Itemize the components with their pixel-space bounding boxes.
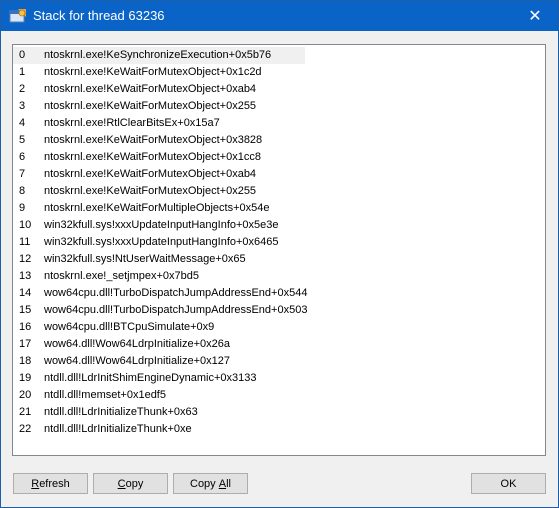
stack-frame-row[interactable]: 16 wow64cpu.dll!BTCpuSimulate+0x9 [13, 319, 305, 336]
frame-symbol: ntoskrnl.exe!KeWaitForMutexObject+0x255 [44, 100, 257, 112]
stack-frame-row[interactable]: 13 ntoskrnl.exe!_setjmpex+0x7bd5 [13, 268, 305, 285]
frame-symbol: ntoskrnl.exe!RtlClearBitsEx+0x15a7 [44, 117, 220, 129]
frame-symbol: ntdll.dll!memset+0x1edf5 [44, 389, 166, 401]
stack-frame-row[interactable]: 22 ntdll.dll!LdrInitializeThunk+0xe [13, 421, 305, 438]
frame-index: 0 [19, 49, 26, 61]
frame-index: 3 [19, 100, 26, 112]
frame-symbol: win32kfull.sys!NtUserWaitMessage+0x65 [44, 253, 246, 265]
stack-frame-row[interactable]: 12 win32kfull.sys!NtUserWaitMessage+0x65 [13, 251, 305, 268]
copy-all-prefix: Copy [190, 477, 219, 490]
frame-symbol: wow64.dll!Wow64LdrpInitialize+0x26a [44, 338, 230, 350]
frame-index: 21 [19, 406, 32, 418]
frame-index: 9 [19, 202, 26, 214]
stack-frame-row[interactable]: 11 win32kfull.sys!xxxUpdateInputHangInfo+… [13, 234, 305, 251]
refresh-button[interactable]: Refresh [13, 473, 88, 494]
close-button[interactable]: ✕ [512, 1, 558, 31]
frame-index: 10 [19, 219, 32, 231]
frame-symbol: wow64cpu.dll!BTCpuSimulate+0x9 [44, 321, 215, 333]
copy-mnemonic: C [117, 477, 126, 490]
stack-frame-row[interactable]: 3 ntoskrnl.exe!KeWaitForMutexObject+0x255 [13, 98, 305, 115]
frame-index: 18 [19, 355, 32, 367]
frame-symbol: ntoskrnl.exe!KeWaitForMutexObject+0x3828 [44, 134, 263, 146]
frame-symbol: ntoskrnl.exe!KeSynchronizeExecution+0x5b… [44, 49, 272, 61]
copy-button[interactable]: Copy [93, 473, 168, 494]
frame-symbol: ntoskrnl.exe!KeWaitForMutexObject+0xab4 [44, 168, 257, 180]
frame-index: 1 [19, 66, 26, 78]
refresh-label: efresh [39, 477, 70, 490]
frame-index: 17 [19, 338, 32, 350]
window-title: Stack for thread 63236 [33, 8, 165, 23]
frame-index: 19 [19, 372, 32, 384]
title-bar[interactable]: Stack for thread 63236 ✕ [1, 1, 558, 31]
frame-index: 2 [19, 83, 26, 95]
stack-frame-row[interactable]: 7 ntoskrnl.exe!KeWaitForMutexObject+0xab4 [13, 166, 305, 183]
stack-frame-row[interactable]: 10 win32kfull.sys!xxxUpdateInputHangInfo+… [13, 217, 305, 234]
stack-frame-row[interactable]: 19 ntdll.dll!LdrInitShimEngineDynamic+0x3… [13, 370, 305, 387]
frame-symbol: ntoskrnl.exe!KeWaitForMutexObject+0x1c2d [44, 66, 262, 78]
frame-symbol: ntdll.dll!LdrInitShimEngineDynamic+0x313… [44, 372, 257, 384]
stack-frame-row[interactable]: 9 ntoskrnl.exe!KeWaitForMultipleObjects+0… [13, 200, 305, 217]
frame-index: 7 [19, 168, 26, 180]
frame-symbol: ntoskrnl.exe!KeWaitForMutexObject+0xab4 [44, 83, 257, 95]
frame-index: 13 [19, 270, 32, 282]
copy-all-label: ll [226, 477, 231, 490]
frame-index: 6 [19, 151, 26, 163]
stack-frame-row[interactable]: 18 wow64.dll!Wow64LdrpInitialize+0x127 [13, 353, 305, 370]
frame-index: 15 [19, 304, 32, 316]
stack-frame-row[interactable]: 15 wow64cpu.dll!TurboDispatchJumpAddressE… [13, 302, 308, 319]
stack-frame-row[interactable]: 21 ntdll.dll!LdrInitializeThunk+0x63 [13, 404, 305, 421]
copy-all-mnemonic: A [218, 477, 227, 490]
frame-index: 11 [19, 236, 31, 248]
frame-symbol: ntoskrnl.exe!KeWaitForMutexObject+0x1cc8 [44, 151, 261, 163]
frame-symbol: ntdll.dll!LdrInitializeThunk+0x63 [44, 406, 198, 418]
frame-index: 14 [19, 287, 32, 299]
app-icon [9, 9, 26, 23]
stack-dialog: Stack for thread 63236 ✕ 0 ntoskrnl.exe!K… [0, 0, 559, 508]
frame-symbol: ntoskrnl.exe!KeWaitForMutexObject+0x255 [44, 185, 257, 197]
frame-index: 22 [19, 423, 32, 435]
ok-label: OK [500, 477, 517, 490]
stack-frame-row[interactable]: 17 wow64.dll!Wow64LdrpInitialize+0x26a [13, 336, 305, 353]
frame-index: 20 [19, 389, 32, 401]
stack-frame-row[interactable]: 1 ntoskrnl.exe!KeWaitForMutexObject+0x1c2… [13, 64, 305, 81]
frame-symbol: ntoskrnl.exe!_setjmpex+0x7bd5 [44, 270, 200, 282]
frame-symbol: ntdll.dll!LdrInitializeThunk+0xe [44, 423, 192, 435]
frame-index: 16 [19, 321, 32, 333]
frame-symbol: ntoskrnl.exe!KeWaitForMultipleObjects+0x… [44, 202, 270, 214]
stack-frame-row[interactable]: 0 ntoskrnl.exe!KeSynchronizeExecution+0x5… [13, 47, 305, 64]
stack-frame-row[interactable]: 14 wow64cpu.dll!TurboDispatchJumpAddressE… [13, 285, 308, 302]
frame-index: 12 [19, 253, 32, 265]
ok-button[interactable]: OK [471, 473, 546, 494]
stack-frame-row[interactable]: 4 ntoskrnl.exe!RtlClearBitsEx+0x15a7 [13, 115, 305, 132]
frame-symbol: win32kfull.sys!xxxUpdateInputHangInfo+0x… [44, 219, 279, 231]
frame-symbol: wow64cpu.dll!TurboDispatchJumpAddressEnd… [44, 287, 308, 299]
frame-symbol: wow64cpu.dll!TurboDispatchJumpAddressEnd… [44, 304, 308, 316]
stack-frame-row[interactable]: 5 ntoskrnl.exe!KeWaitForMutexObject+0x382… [13, 132, 305, 149]
stack-frame-row[interactable]: 6 ntoskrnl.exe!KeWaitForMutexObject+0x1cc… [13, 149, 305, 166]
close-icon: ✕ [528, 8, 542, 25]
frame-symbol: wow64.dll!Wow64LdrpInitialize+0x127 [44, 355, 230, 367]
stack-frame-row[interactable]: 20 ntdll.dll!memset+0x1edf5 [13, 387, 305, 404]
stack-frame-row[interactable]: 2 ntoskrnl.exe!KeWaitForMutexObject+0xab4 [13, 81, 305, 98]
frame-index: 5 [19, 134, 26, 146]
frame-index: 4 [19, 117, 26, 129]
frame-symbol: win32kfull.sys!xxxUpdateInputHangInfo+0x… [44, 236, 279, 248]
copy-label: opy [125, 477, 144, 490]
stack-frame-row[interactable]: 8 ntoskrnl.exe!KeWaitForMutexObject+0x255 [13, 183, 305, 200]
copy-all-button[interactable]: Copy All [173, 473, 248, 494]
frame-index: 8 [19, 185, 26, 197]
stack-frames-list[interactable]: 0 ntoskrnl.exe!KeSynchronizeExecution+0x5… [12, 44, 546, 456]
refresh-mnemonic: R [31, 477, 40, 490]
